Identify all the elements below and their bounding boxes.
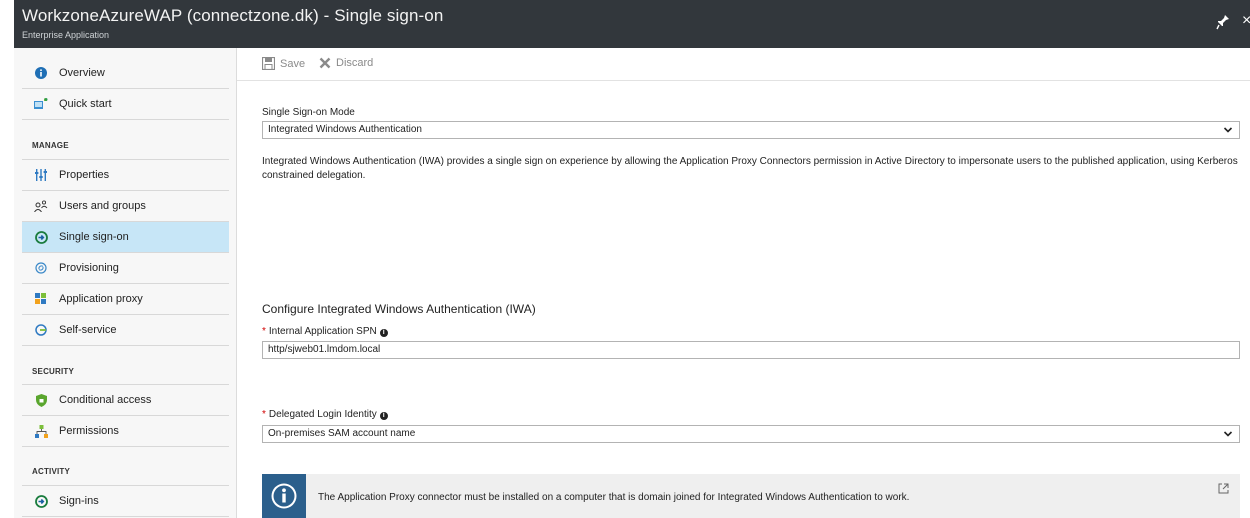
users-icon xyxy=(33,198,49,214)
required-marker: * xyxy=(262,409,266,420)
required-marker: * xyxy=(262,326,266,337)
sso-mode-label: Single Sign-on Mode xyxy=(262,107,355,118)
self-service-icon xyxy=(33,322,49,338)
pin-icon[interactable] xyxy=(1216,14,1230,30)
main-content: Save Discard Single Sign-on Mode Integra… xyxy=(237,48,1250,518)
sidebar-item-quick-start[interactable]: Quick start xyxy=(22,89,229,120)
sidebar-item-label: Overview xyxy=(59,67,105,79)
delegated-identity-label: * Delegated Login Identity i xyxy=(262,409,388,420)
sidebar-item-permissions[interactable]: Permissions xyxy=(22,416,229,447)
info-icon xyxy=(262,474,306,518)
info-notice: The Application Proxy connector must be … xyxy=(262,474,1240,518)
sidebar-item-properties[interactable]: Properties xyxy=(22,160,229,191)
sidebar-item-label: Users and groups xyxy=(59,200,146,212)
sign-ins-icon xyxy=(33,493,49,509)
discard-icon xyxy=(319,57,331,69)
sidebar-item-overview[interactable]: Overview xyxy=(22,58,229,89)
iwa-section-title: Configure Integrated Windows Authenticat… xyxy=(262,302,536,316)
spn-label: * Internal Application SPN i xyxy=(262,326,388,337)
blade-header: WorkzoneAzureWAP (connectzone.dk) - Sing… xyxy=(14,0,1250,48)
sidebar-item-label: Properties xyxy=(59,169,110,181)
sidebar-item-label: Provisioning xyxy=(59,262,119,274)
section-label-activity: ACTIVITY xyxy=(32,467,71,476)
permissions-icon xyxy=(33,423,49,439)
quick-start-icon xyxy=(33,96,49,112)
provisioning-icon xyxy=(33,260,49,276)
notice-text: The Application Proxy connector must be … xyxy=(318,492,910,503)
save-icon xyxy=(262,57,275,70)
section-label-security: SECURITY xyxy=(32,367,75,376)
discard-button[interactable]: Discard xyxy=(319,57,373,69)
sidebar-item-label: Self-service xyxy=(59,324,117,336)
blade-subtitle: Enterprise Application xyxy=(22,30,110,40)
sidebar-item-conditional-access[interactable]: Conditional access xyxy=(22,385,229,416)
sidebar-item-label: Sign-ins xyxy=(59,495,99,507)
left-edge-strip xyxy=(0,0,14,518)
sso-mode-value: Integrated Windows Authentication xyxy=(268,124,422,135)
section-label-manage: MANAGE xyxy=(32,141,69,150)
discard-label: Discard xyxy=(336,57,374,69)
info-icon xyxy=(33,65,49,81)
sidebar-item-label: Quick start xyxy=(59,98,112,110)
sidebar-item-provisioning[interactable]: Provisioning xyxy=(22,253,229,284)
app-proxy-icon xyxy=(33,291,49,307)
sso-mode-select[interactable]: Integrated Windows Authentication xyxy=(262,121,1240,139)
sidebar-item-single-sign-on[interactable]: Single sign-on xyxy=(22,222,229,253)
info-icon[interactable]: i xyxy=(379,412,388,420)
sidebar-item-label: Conditional access xyxy=(59,394,152,406)
sidebar-item-sign-ins[interactable]: Sign-ins xyxy=(22,486,229,517)
sidebar-item-label: Single sign-on xyxy=(59,231,129,243)
delegated-identity-value: On-premises SAM account name xyxy=(268,428,416,439)
delegated-identity-select[interactable]: On-premises SAM account name xyxy=(262,425,1240,443)
spn-input[interactable]: http/sjweb01.lmdom.local xyxy=(262,341,1240,359)
info-icon[interactable]: i xyxy=(379,329,388,337)
spn-value: http/sjweb01.lmdom.local xyxy=(268,344,381,355)
sidebar-item-label: Permissions xyxy=(59,425,119,437)
command-bar: Save Discard xyxy=(237,48,1250,81)
sidebar-item-self-service[interactable]: Self-service xyxy=(22,315,229,346)
shield-icon xyxy=(33,392,49,408)
save-label: Save xyxy=(280,57,306,70)
delegated-identity-label-text: Delegated Login Identity xyxy=(268,409,377,420)
chevron-down-icon xyxy=(1223,127,1233,133)
sidebar-item-users-and-groups[interactable]: Users and groups xyxy=(22,191,229,222)
close-icon[interactable]: × xyxy=(1242,12,1250,30)
sso-mode-description: Integrated Windows Authentication (IWA) … xyxy=(262,156,1238,181)
sidebar-item-application-proxy[interactable]: Application proxy xyxy=(22,284,229,315)
external-link-icon[interactable] xyxy=(1218,483,1229,494)
save-button[interactable]: Save xyxy=(262,57,305,70)
sidebar-item-label: Application proxy xyxy=(59,293,143,305)
properties-icon xyxy=(33,167,49,183)
sidebar: Overview Quick start MANAGE Properties U… xyxy=(14,48,237,518)
chevron-down-icon xyxy=(1223,431,1233,437)
spn-label-text: Internal Application SPN xyxy=(268,326,377,337)
blade-title: WorkzoneAzureWAP (connectzone.dk) - Sing… xyxy=(22,6,444,25)
sso-icon xyxy=(33,229,49,245)
